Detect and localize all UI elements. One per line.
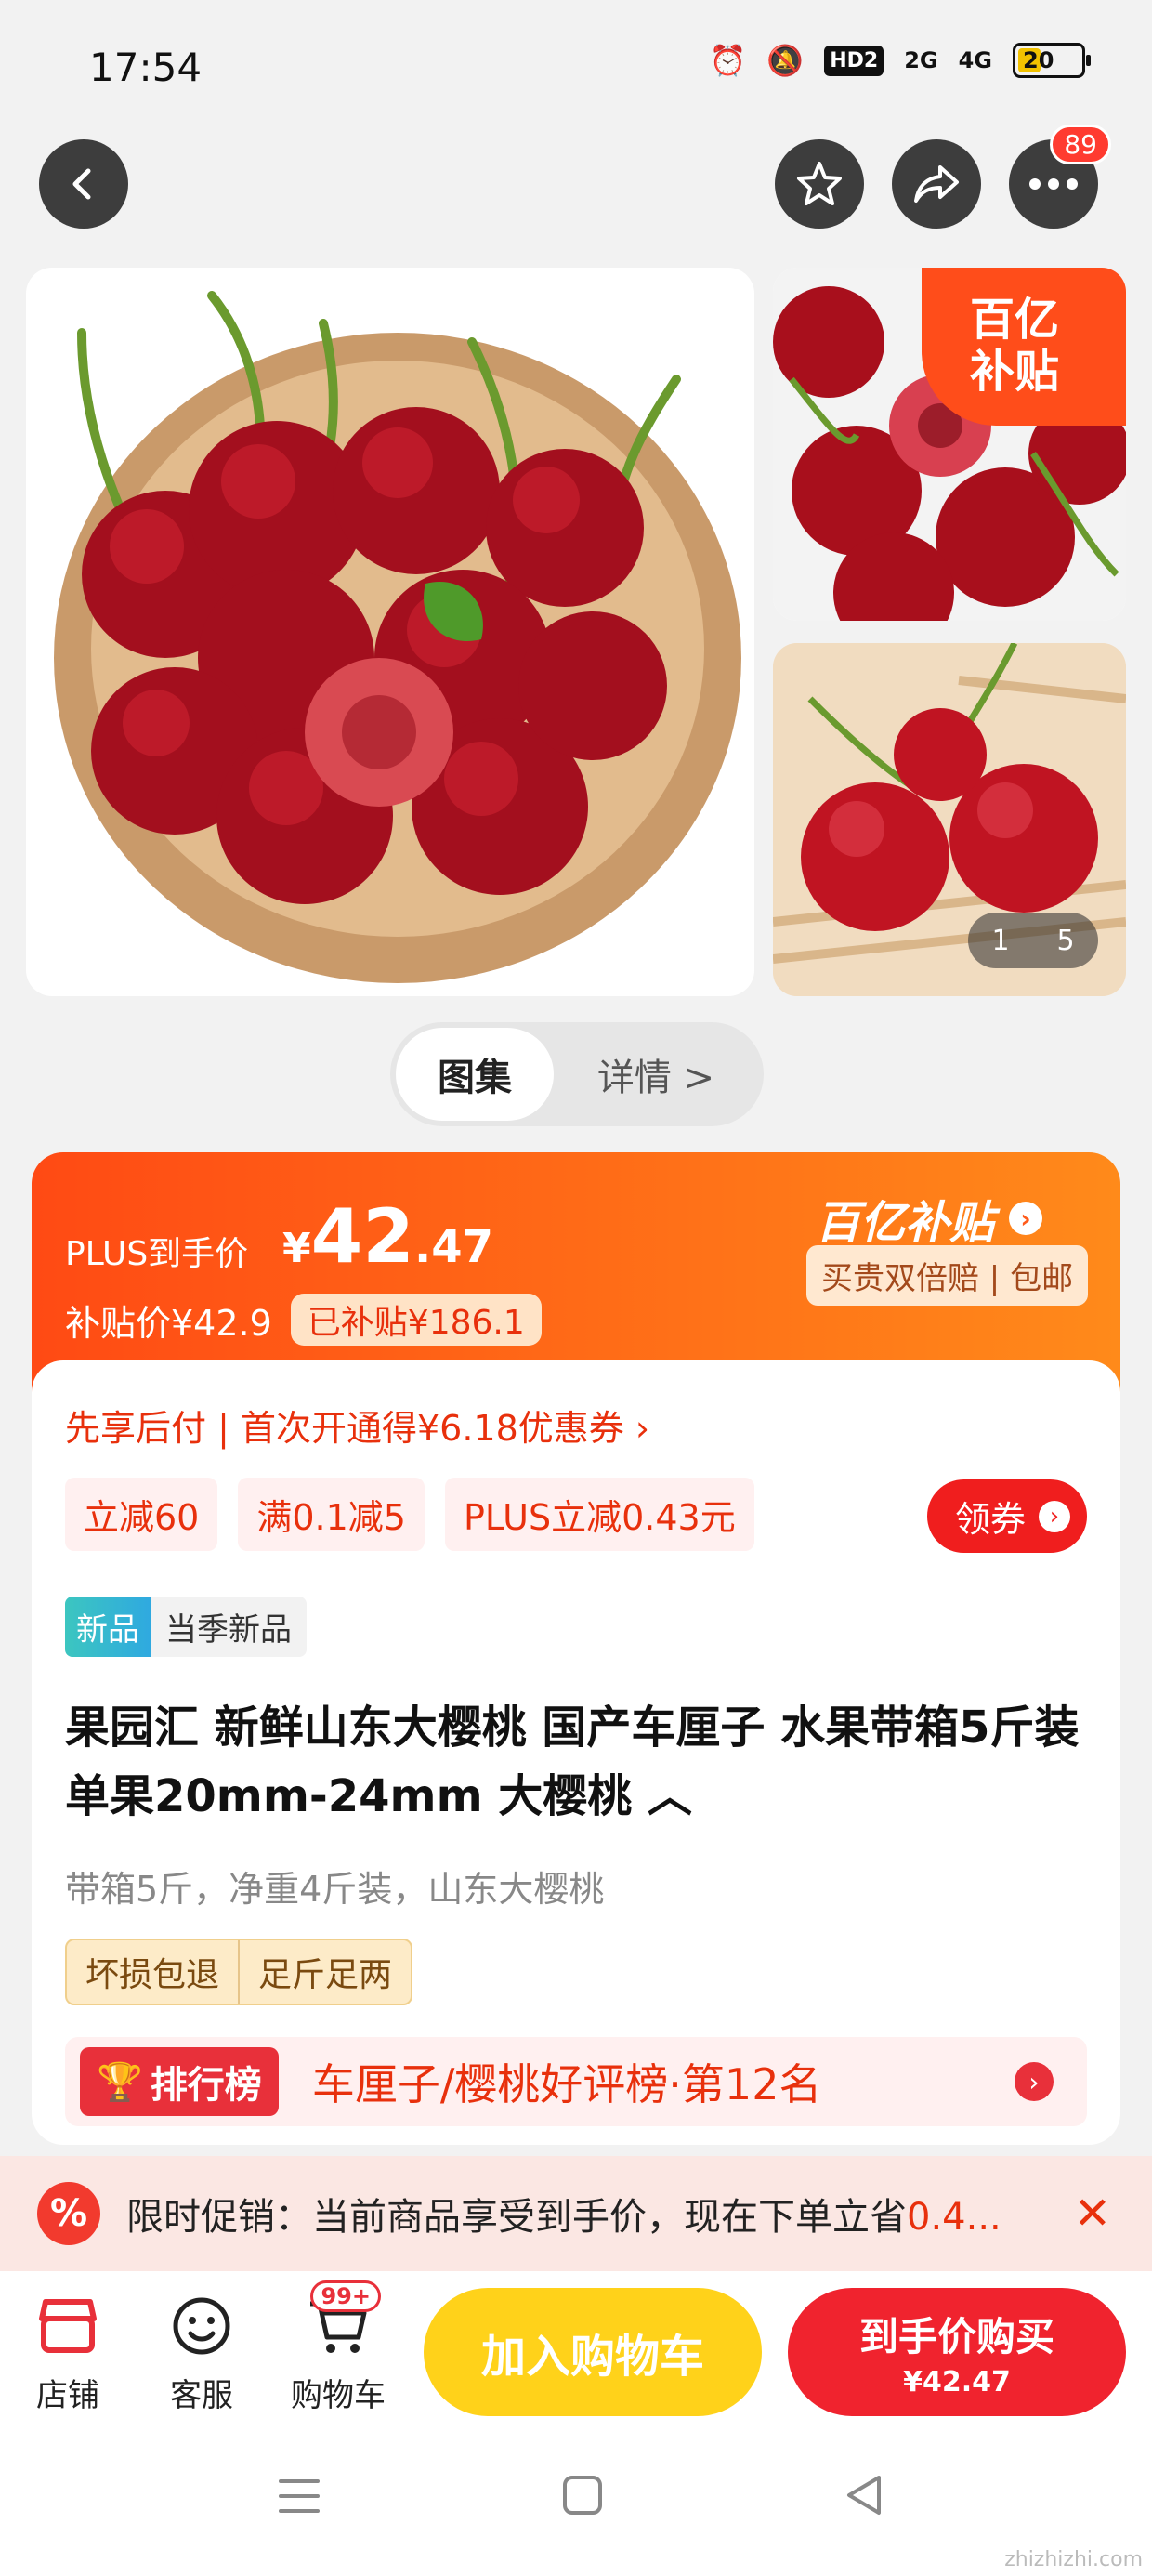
promo-bar: % 限时促销：当前商品享受到手价，现在下单立省0.4... ✕ [0,2156,1152,2271]
coupon-item[interactable]: 立减60 [65,1478,218,1551]
discount-icon: % [37,2182,100,2245]
bottom-action-bar: 店铺 客服 99+ 购物车 加入购物车 到手价购买 ¥42.47 [0,2271,1152,2429]
pager-current: 1 [991,924,1010,957]
ranking-banner[interactable]: 🏆 排行榜 车厘子/樱桃好评榜·第12名 › [65,2037,1087,2126]
subsidy-brand-link[interactable]: 百亿补贴 › [816,1186,1043,1251]
status-time: 17:54 [89,45,203,90]
product-subtitle: 带箱5斤，净重4斤装，山东大樱桃 [65,1869,605,1910]
product-title[interactable]: 果园汇 新鲜山东大樱桃 国产车厘子 水果带箱5斤装单果20mm-24mm 大樱桃… [65,1693,1087,1831]
buy-now-label: 到手价购买 [858,2314,1054,2359]
watermark: zhizhizhi.com [1004,2548,1143,2571]
more-icon [1029,178,1078,190]
cherry-bowl-image [54,291,741,983]
gallery-pager: 1 5 [968,913,1098,968]
chevron-left-icon [72,168,91,200]
new-tag-label: 新品 [65,1597,151,1657]
guarantee-tag: 足斤足两 [238,1940,411,2004]
guarantee-tags: 坏损包退 足斤足两 [65,1939,413,2005]
trophy-icon: 🏆 [97,2060,143,2104]
back-triangle-icon[interactable] [844,2474,884,2517]
thumbnail-image-1[interactable]: 百亿 补贴 [773,268,1126,621]
more-button[interactable]: 89 [1009,125,1111,229]
customer-service-button[interactable]: 客服 [151,2292,253,2415]
pay-later-link[interactable]: 先享后付 | 首次开通得¥6.18优惠券 › [65,1400,649,1451]
favorite-button[interactable] [775,139,864,229]
battery-icon: 20 [1013,43,1091,78]
subsidy-price-line: 补贴价¥42.9 已补贴¥186.1 [65,1294,542,1346]
price-currency: ¥ [282,1225,311,1272]
battery-level: 20 [1023,47,1054,73]
ranking-badge-label: 排行榜 [150,2064,262,2107]
promo-text: 限时促销：当前商品享受到手价，现在下单立省0.4... [126,2187,1074,2241]
get-coupon-button[interactable]: 领券 › [926,1479,1087,1553]
shop-button[interactable]: 店铺 [17,2292,119,2415]
message-badge: 89 [1050,125,1111,164]
promo-label: 限时促销：当前商品享受到手价，现在下单立省 [126,2196,907,2239]
signal-4g-icon: 4G [958,47,992,73]
subsidized-amount-tag: 已补贴¥186.1 [290,1294,542,1346]
tab-details[interactable]: 详情 > [554,1047,758,1101]
ranking-badge: 🏆 排行榜 [80,2047,279,2116]
coupon-item[interactable]: 满0.1减5 [238,1478,425,1551]
subsidy-price: 补贴价¥42.9 [65,1302,272,1344]
chevron-right-icon: › [1015,2062,1054,2101]
new-tag-text: 当季新品 [165,1611,292,1649]
signal-2g-icon: 2G [904,47,938,73]
home-icon[interactable] [561,2474,604,2517]
chat-face-icon [164,2292,239,2360]
share-button[interactable] [892,139,981,229]
chevron-right-icon: › [1039,1500,1070,1532]
promo-highlight: 0.4... [907,2196,1001,2239]
plus-price-label: PLUS到手价 [65,1235,249,1273]
chevron-right-icon: › [1009,1202,1043,1235]
hd-icon: HD2 [824,45,884,76]
gallery-tabs: 图集 详情 > [390,1022,764,1126]
subsidy-corner-line1: 百亿 [970,294,1060,346]
buy-now-price: ¥42.47 [903,2366,1011,2399]
buy-now-button[interactable]: 到手价购买 ¥42.47 [788,2288,1126,2416]
menu-icon[interactable] [277,2476,321,2517]
subsidy-corner-line2: 补贴 [970,346,1060,398]
service-label: 客服 [170,2377,233,2414]
price-integer: 42 [310,1193,414,1280]
coupon-list: 立减60 满0.1减5 PLUS立减0.43元 [65,1478,754,1551]
close-icon[interactable]: ✕ [1074,2188,1111,2240]
tab-gallery[interactable]: 图集 [396,1028,554,1121]
subsidy-guarantee-tag: 买贵双倍赔 | 包邮 [806,1245,1089,1306]
price-decimal: .47 [413,1221,493,1273]
new-product-tag: 新品 当季新品 [65,1597,307,1657]
subsidy-brand: 百亿补贴 [816,1197,995,1249]
get-coupon-label: 领券 [954,1499,1026,1540]
status-bar: 17:54 ⏰ 🔕 HD2 2G 4G 20 [0,0,1152,130]
cart-count-badge: 99+ [310,2280,381,2312]
subsidy-corner-badge: 百亿 补贴 [922,268,1126,426]
status-icons: ⏰ 🔕 HD2 2G 4G 20 [709,43,1091,78]
back-button[interactable] [39,139,128,229]
star-icon [797,162,842,205]
cart-label: 购物车 [291,2377,386,2414]
system-nav-bar [0,2429,1152,2576]
guarantee-tag: 坏损包退 [85,1956,220,1994]
cart-button[interactable]: 99+ 购物车 [284,2280,392,2415]
cart-icon: 99+ [301,2280,381,2360]
ranking-text: 车厘子/樱桃好评榜·第12名 [311,2059,822,2109]
add-to-cart-button[interactable]: 加入购物车 [424,2288,762,2416]
plus-price: ¥42.47 [282,1193,493,1280]
product-info-card: 先享后付 | 首次开通得¥6.18优惠券 › 立减60 满0.1减5 PLUS立… [32,1360,1120,2145]
shop-icon [31,2292,105,2360]
pager-total: 5 [1056,924,1075,957]
mute-icon: 🔕 [766,43,805,78]
share-icon [914,165,959,203]
shop-label: 店铺 [36,2377,99,2414]
alarm-icon: ⏰ [709,43,747,78]
coupon-item[interactable]: PLUS立减0.43元 [444,1478,754,1551]
main-product-image[interactable] [26,268,754,996]
